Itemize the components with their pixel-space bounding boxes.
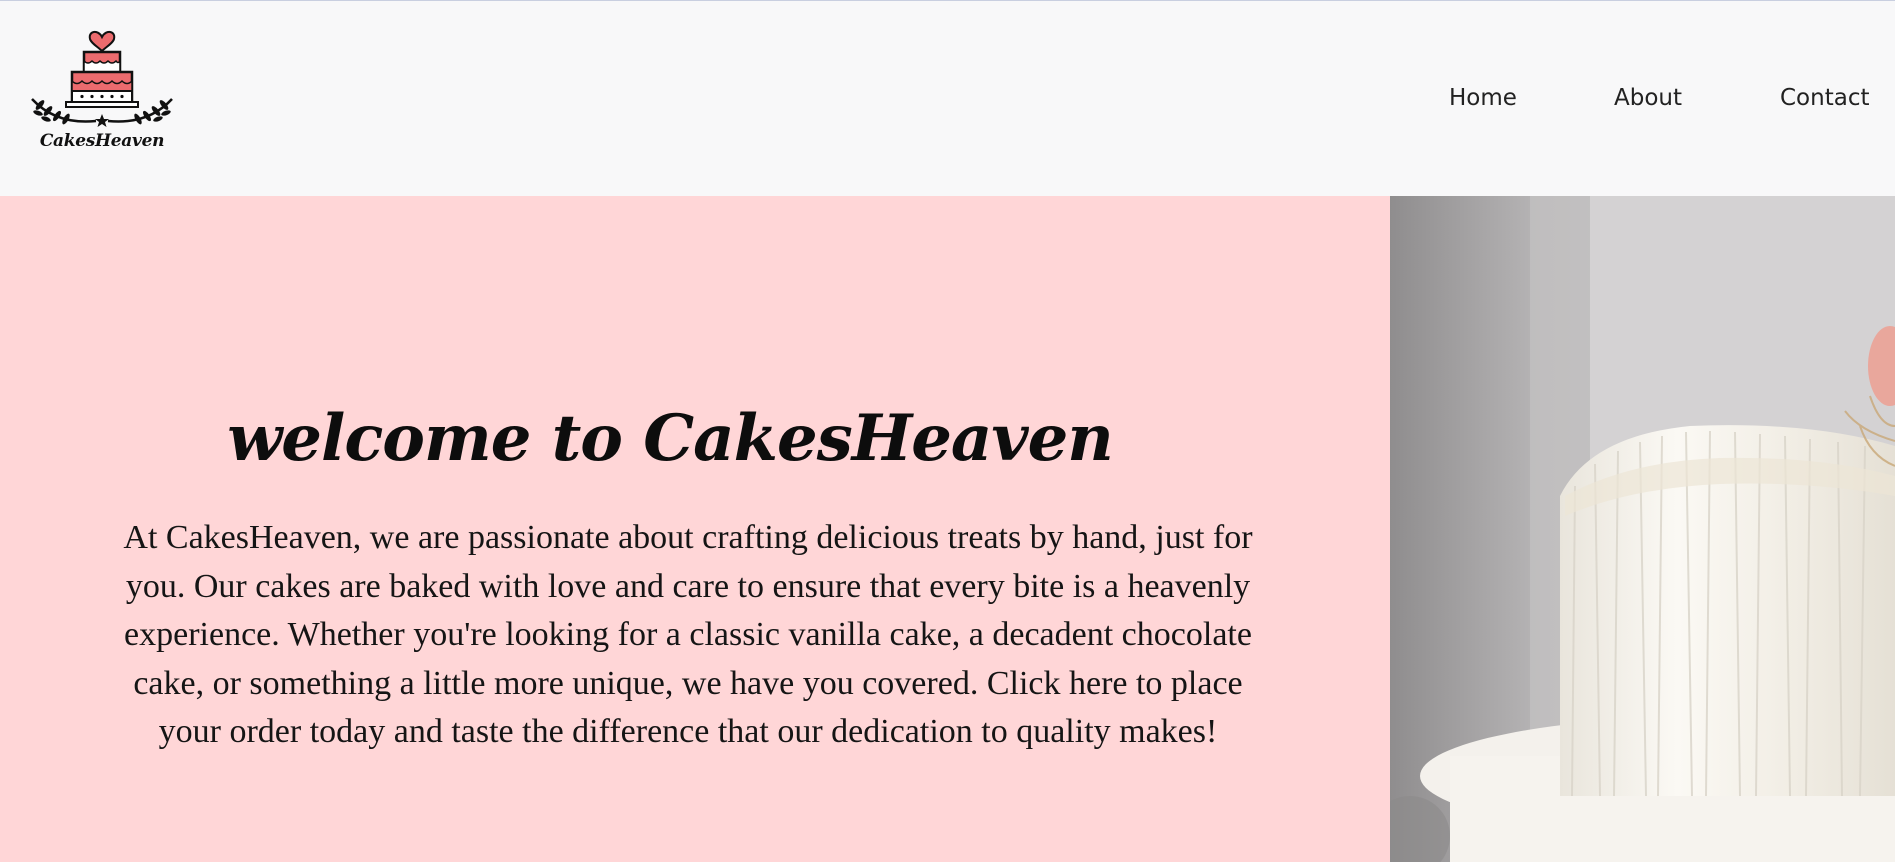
site-header: CakesHeaven Home About Contact: [0, 1, 1895, 196]
nav-about[interactable]: About: [1614, 85, 1682, 111]
hero-section: welcome to CakesHeaven At CakesHeaven, w…: [0, 196, 1390, 862]
main-nav: Home About Contact: [1395, 1, 1895, 196]
brand-name: CakesHeaven: [39, 131, 165, 151]
white-cake-photo: [1390, 196, 1895, 862]
hero-title: welcome to CakesHeaven: [227, 400, 1114, 476]
brand-logo[interactable]: CakesHeaven: [26, 25, 178, 161]
nav-home[interactable]: Home: [1449, 85, 1517, 111]
cake-photo: [1390, 196, 1895, 862]
nav-contact[interactable]: Contact: [1780, 85, 1869, 111]
hero-description: At CakesHeaven, we are passionate about …: [123, 519, 1253, 750]
cake-logo-icon: [31, 31, 173, 127]
